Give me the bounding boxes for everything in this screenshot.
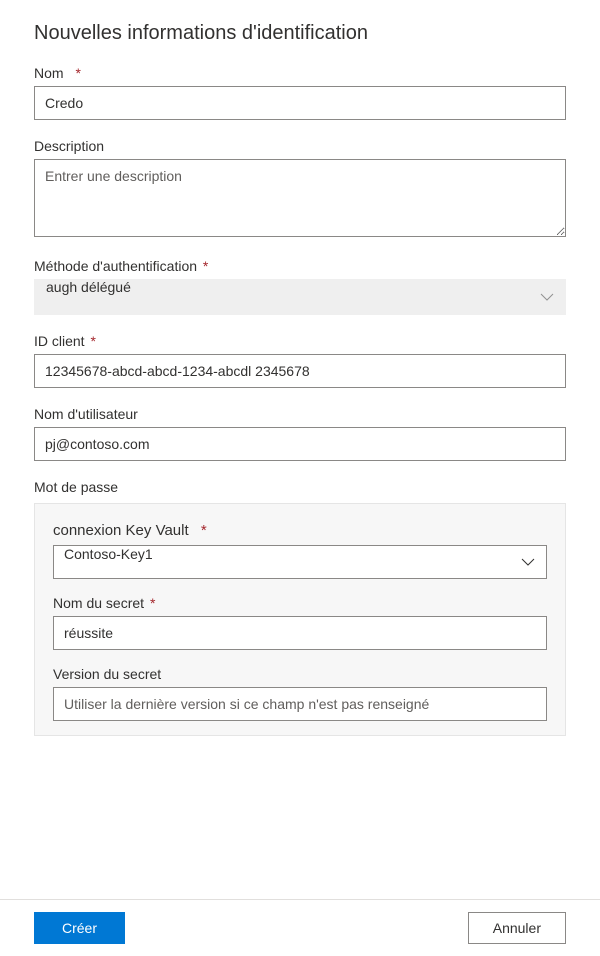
- required-indicator: *: [90, 333, 95, 349]
- username-label: Nom d'utilisateur: [34, 406, 566, 422]
- password-section-label: Mot de passe: [34, 479, 566, 495]
- button-bar: Créer Annuler: [0, 899, 600, 956]
- secret-version-label: Version du secret: [53, 666, 547, 682]
- secret-version-field-group: Version du secret: [53, 666, 547, 721]
- keyvault-connection-field-group: connexion Key Vault * Contoso-Key1: [53, 522, 547, 579]
- page-title: Nouvelles informations d'identification: [34, 22, 566, 45]
- required-indicator: *: [150, 595, 155, 611]
- form-panel: Nouvelles informations d'identification …: [0, 0, 600, 896]
- description-textarea[interactable]: [34, 159, 566, 237]
- name-label: Nom *: [34, 65, 566, 81]
- create-button[interactable]: Créer: [34, 912, 125, 944]
- client-id-label: ID client *: [34, 333, 566, 349]
- client-id-label-text: ID client: [34, 333, 85, 349]
- username-field-group: Nom d'utilisateur: [34, 406, 566, 461]
- keyvault-connection-dropdown[interactable]: Contoso-Key1: [53, 545, 547, 579]
- auth-method-select-wrapper: augh délégué: [34, 279, 566, 315]
- auth-method-dropdown[interactable]: augh délégué: [34, 279, 566, 315]
- client-id-field-group: ID client *: [34, 333, 566, 388]
- description-field-group: Description: [34, 138, 566, 240]
- required-indicator: *: [203, 258, 208, 274]
- keyvault-connection-label: connexion Key Vault *: [53, 522, 547, 539]
- name-field-group: Nom *: [34, 65, 566, 120]
- description-label: Description: [34, 138, 566, 154]
- secret-name-label-text: Nom du secret: [53, 595, 144, 611]
- username-input[interactable]: [34, 427, 566, 461]
- secret-name-input[interactable]: [53, 616, 547, 650]
- required-indicator: *: [75, 65, 80, 81]
- keyvault-connection-label-text: connexion Key Vault: [53, 522, 189, 539]
- secret-version-input[interactable]: [53, 687, 547, 721]
- secret-name-label: Nom du secret *: [53, 595, 547, 611]
- client-id-input[interactable]: [34, 354, 566, 388]
- auth-method-field-group: Méthode d'authentification * augh délégu…: [34, 258, 566, 315]
- auth-method-label: Méthode d'authentification *: [34, 258, 566, 274]
- password-keyvault-box: connexion Key Vault * Contoso-Key1 Nom d…: [34, 503, 566, 736]
- name-label-text: Nom: [34, 65, 64, 81]
- auth-method-label-text: Méthode d'authentification: [34, 258, 197, 274]
- name-input[interactable]: [34, 86, 566, 120]
- keyvault-connection-select-wrapper: Contoso-Key1: [53, 545, 547, 579]
- secret-name-field-group: Nom du secret *: [53, 595, 547, 650]
- cancel-button[interactable]: Annuler: [468, 912, 566, 944]
- required-indicator: *: [201, 522, 207, 539]
